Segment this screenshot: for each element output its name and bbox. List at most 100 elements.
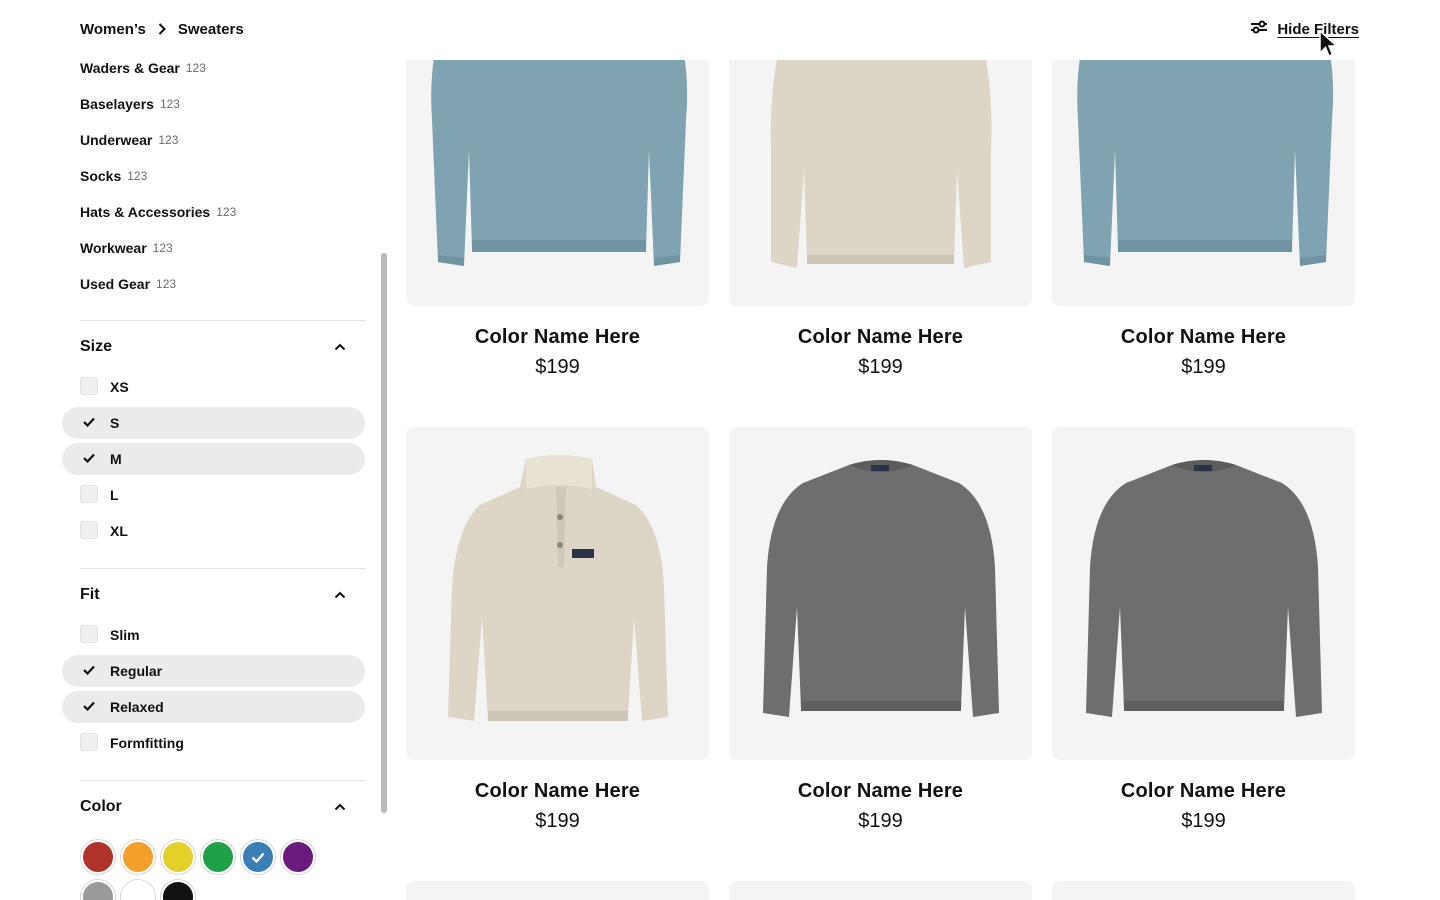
category-count: 123 <box>216 205 237 219</box>
product-name[interactable]: Color Name Here <box>1052 326 1355 349</box>
size-filter-header[interactable]: Size <box>80 335 366 359</box>
product-name[interactable]: Color Name Here <box>406 780 709 803</box>
category-item[interactable]: Socks 123 <box>80 164 147 188</box>
product-grid: Color Name Here $199 Color Name Here $19… <box>406 0 1356 900</box>
category-item[interactable]: Used Gear 123 <box>80 272 176 296</box>
category-label: Socks <box>80 168 122 184</box>
size-option-label: L <box>110 487 119 503</box>
fit-option-label: Formfitting <box>110 735 184 751</box>
product-image[interactable] <box>406 427 709 760</box>
fit-option-label: Relaxed <box>110 699 164 715</box>
product-name[interactable]: Color Name Here <box>729 780 1032 803</box>
filter-sliders-icon <box>1251 20 1268 38</box>
color-swatch-orange[interactable] <box>121 840 155 874</box>
chevron-up-icon <box>334 589 346 601</box>
product-price: $199 <box>1181 810 1226 832</box>
checkbox[interactable] <box>80 485 98 503</box>
chevron-up-icon <box>334 341 346 353</box>
category-item[interactable]: Hats & Accessories 123 <box>80 200 236 224</box>
product-card[interactable]: Color Name Here $199 <box>1052 427 1355 832</box>
checkbox[interactable] <box>80 733 98 751</box>
hide-filters-button[interactable]: Hide Filters <box>1251 19 1359 39</box>
color-swatch-green[interactable] <box>201 840 235 874</box>
product-name[interactable]: Color Name Here <box>729 326 1032 349</box>
size-option-xs[interactable]: XS <box>62 371 365 403</box>
color-swatch-red[interactable] <box>81 840 115 874</box>
category-count: 123 <box>159 97 180 111</box>
category-label: Underwear <box>80 132 153 148</box>
divider <box>80 568 366 569</box>
product-name[interactable]: Color Name Here <box>406 326 709 349</box>
product-image[interactable] <box>1052 427 1355 760</box>
size-option-label: S <box>110 415 120 431</box>
size-option-m[interactable]: M <box>62 443 365 475</box>
size-option-xl[interactable]: XL <box>62 515 365 547</box>
fit-filter-header[interactable]: Fit <box>80 583 366 607</box>
chevron-right-icon <box>158 23 166 35</box>
mouse-cursor-icon <box>1319 30 1338 57</box>
product-price: $199 <box>858 810 903 832</box>
color-swatch-gray[interactable] <box>81 880 115 900</box>
breadcrumb: Women’s Sweaters <box>80 19 244 39</box>
fit-option-relaxed[interactable]: Relaxed <box>62 691 365 723</box>
product-name[interactable]: Color Name Here <box>1052 780 1355 803</box>
category-count: 123 <box>156 277 177 291</box>
color-filter-header[interactable]: Color <box>80 795 366 819</box>
product-price: $199 <box>535 810 580 832</box>
color-filter-title: Color <box>80 798 122 815</box>
gray-crew-sweater-image <box>763 460 999 717</box>
size-option-s[interactable]: S <box>62 407 365 439</box>
product-card[interactable]: Color Name Here $199 <box>729 427 1032 832</box>
product-image[interactable] <box>1052 881 1355 900</box>
category-label: Baselayers <box>80 96 154 112</box>
chevron-up-icon <box>334 801 346 813</box>
fit-option-slim[interactable]: Slim <box>62 619 365 651</box>
category-item[interactable]: Workwear 123 <box>80 236 173 260</box>
color-swatch-white[interactable] <box>121 880 155 900</box>
color-swatch-black[interactable] <box>161 880 195 900</box>
checkbox[interactable] <box>80 521 98 539</box>
checkmark-icon[interactable] <box>80 413 98 431</box>
product-image[interactable] <box>406 881 709 900</box>
product-price: $199 <box>1181 356 1226 378</box>
size-option-label: M <box>110 451 122 467</box>
category-label: Used Gear <box>80 276 151 292</box>
category-item[interactable]: Waders & Gear 123 <box>80 56 206 80</box>
beige-snap-sweater-image <box>448 455 668 721</box>
color-swatch-yellow[interactable] <box>161 840 195 874</box>
size-filter-title: Size <box>80 338 113 355</box>
divider <box>80 780 366 781</box>
category-label: Waders & Gear <box>80 60 180 76</box>
checkbox[interactable] <box>80 377 98 395</box>
category-count: 123 <box>152 241 173 255</box>
breadcrumb-parent-link[interactable]: Women’s <box>80 21 146 38</box>
checkmark-icon[interactable] <box>80 697 98 715</box>
fit-option-label: Slim <box>110 627 140 643</box>
product-image[interactable] <box>729 881 1032 900</box>
checkmark-icon[interactable] <box>80 661 98 679</box>
category-item[interactable]: Underwear 123 <box>80 128 178 152</box>
color-swatch-blue[interactable] <box>241 840 275 874</box>
size-option-label: XS <box>110 379 129 395</box>
category-item[interactable]: Baselayers 123 <box>80 92 180 116</box>
size-option-l[interactable]: L <box>62 479 365 511</box>
color-swatch-purple[interactable] <box>281 840 315 874</box>
product-card[interactable] <box>1052 881 1355 900</box>
gray-crew-sweater-image <box>1086 460 1322 717</box>
checkmark-icon[interactable] <box>80 449 98 467</box>
category-label: Workwear <box>80 240 147 256</box>
fit-option-formfitting[interactable]: Formfitting <box>62 727 365 759</box>
checkbox[interactable] <box>80 625 98 643</box>
product-card[interactable] <box>406 881 709 900</box>
category-count: 123 <box>158 133 179 147</box>
product-card[interactable]: Color Name Here $199 <box>406 427 709 832</box>
fit-option-label: Regular <box>110 663 163 679</box>
breadcrumb-current: Sweaters <box>177 20 244 38</box>
product-card[interactable] <box>729 881 1032 900</box>
category-count: 123 <box>127 169 148 183</box>
divider <box>80 320 366 321</box>
product-image[interactable] <box>729 427 1032 760</box>
fit-option-regular[interactable]: Regular <box>62 655 365 687</box>
sidebar-scrollbar[interactable] <box>381 253 387 813</box>
size-option-label: XL <box>110 523 128 539</box>
